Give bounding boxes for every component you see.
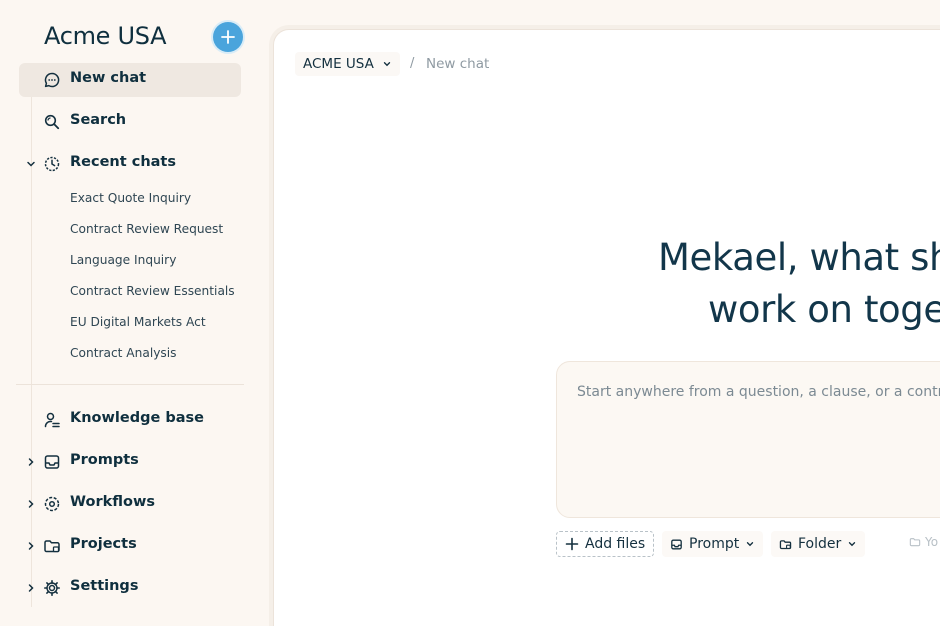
sidebar-divider	[16, 384, 244, 385]
inbox-tray-icon	[671, 539, 682, 549]
breadcrumb-separator: /	[410, 56, 415, 71]
nav-label: Search	[70, 112, 127, 128]
chat-bubble-icon	[44, 72, 60, 88]
headline-line-2: work on toget	[708, 288, 940, 331]
recent-chat-item[interactable]: Exact Quote Inquiry	[70, 191, 191, 205]
recent-chat-item[interactable]: Contract Review Essentials	[70, 284, 235, 298]
chevron-down-icon	[747, 542, 754, 547]
nav-label: Workflows	[70, 494, 155, 510]
search-icon	[44, 114, 60, 130]
folder-lock-icon	[44, 540, 60, 553]
inbox-tray-icon	[44, 455, 60, 469]
recent-chat-item[interactable]: Language Inquiry	[70, 253, 176, 267]
new-chat-plus-button[interactable]	[213, 22, 243, 52]
nav-label: Settings	[70, 578, 139, 594]
recent-chat-item[interactable]: Contract Analysis	[70, 346, 177, 360]
folder-lock-icon	[779, 539, 792, 549]
plus-icon	[221, 30, 235, 44]
breadcrumb-org-selector[interactable]: ACME USA	[295, 52, 400, 76]
nav-label: Recent chats	[70, 154, 176, 170]
breadcrumb-current: New chat	[426, 56, 490, 72]
nav-prompts[interactable]: Prompts	[19, 445, 241, 479]
plus-icon	[565, 537, 579, 551]
add-files-button[interactable]: Add files	[556, 531, 655, 557]
prompt-placeholder: Start anywhere from a question, a clause…	[577, 384, 940, 400]
nav-label: Prompts	[70, 452, 139, 468]
breadcrumb-org-label: ACME USA	[303, 56, 374, 72]
workflow-circle-icon	[44, 496, 60, 512]
sidebar: Acme USA New chat Search Recent chats Ex…	[0, 0, 262, 626]
person-book-icon	[44, 412, 60, 428]
nav-label: New chat	[70, 70, 147, 86]
nav-settings[interactable]: Settings	[19, 571, 241, 605]
nav-search[interactable]: Search	[19, 105, 241, 139]
nav-label: Knowledge base	[70, 410, 204, 426]
nav-new-chat[interactable]: New chat	[19, 63, 241, 97]
prompt-input[interactable]: Start anywhere from a question, a clause…	[556, 361, 940, 518]
prompt-label: Prompt	[689, 536, 740, 552]
gear-icon	[44, 580, 60, 596]
chevron-down-icon	[849, 542, 856, 547]
recent-chat-item[interactable]: EU Digital Markets Act	[70, 315, 206, 329]
nav-projects[interactable]: Projects	[19, 529, 241, 563]
recent-chat-item[interactable]: Contract Review Request	[70, 222, 223, 236]
chevron-down-icon	[383, 62, 391, 67]
faded-toolbar-label: Yo	[925, 535, 939, 549]
folder-label: Folder	[798, 536, 842, 552]
add-files-label: Add files	[585, 536, 646, 552]
folder-icon	[909, 538, 921, 547]
nav-knowledge-base[interactable]: Knowledge base	[19, 403, 241, 437]
org-title[interactable]: Acme USA	[44, 22, 167, 50]
welcome-headline: Mekael, what sh work on toget	[560, 232, 940, 336]
folder-dropdown-button[interactable]: Folder	[771, 531, 866, 557]
faded-toolbar-item[interactable]: Yo	[909, 535, 938, 549]
nav-label: Projects	[70, 536, 137, 552]
nav-workflows[interactable]: Workflows	[19, 487, 241, 521]
history-clock-icon	[44, 156, 60, 172]
headline-line-1: Mekael, what sh	[658, 236, 940, 279]
nav-recent-chats[interactable]: Recent chats	[19, 147, 241, 181]
prompt-dropdown-button[interactable]: Prompt	[662, 531, 764, 557]
